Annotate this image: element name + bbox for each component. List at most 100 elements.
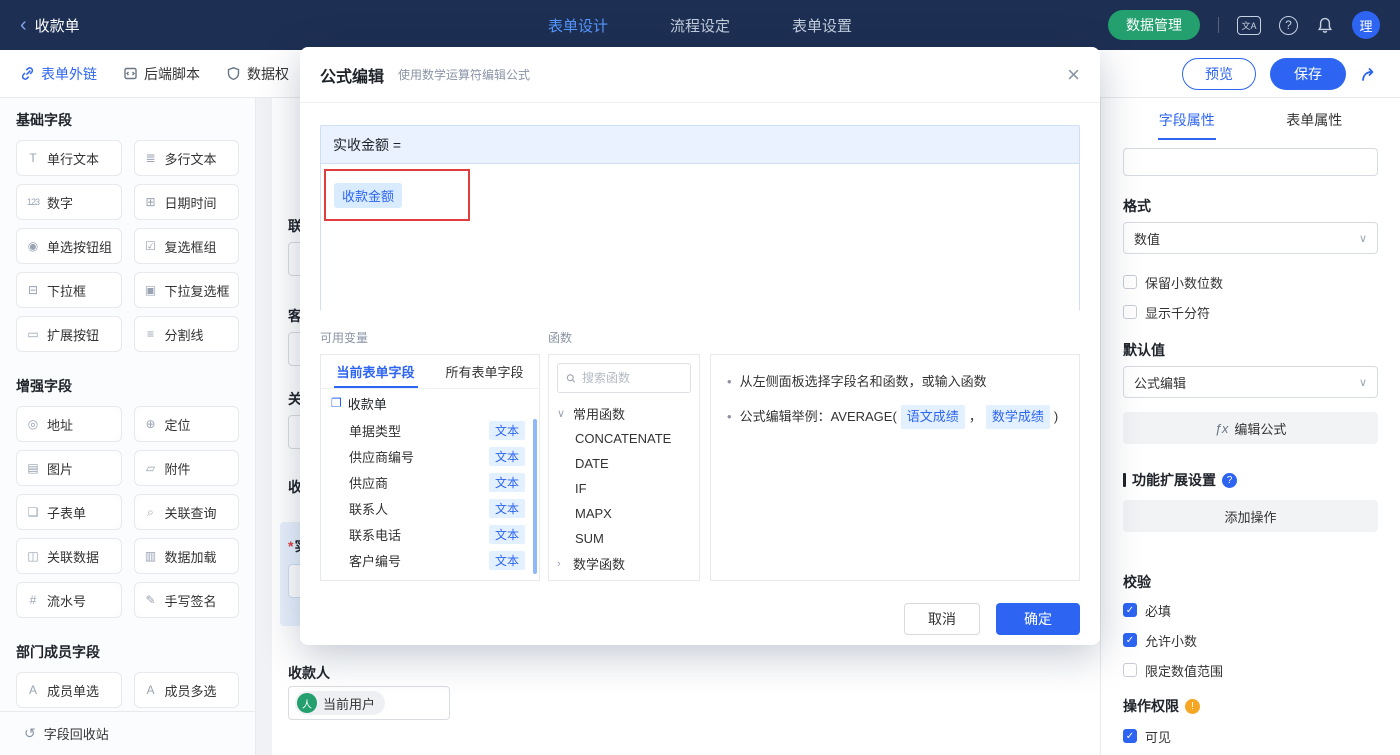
image-icon: ▤: [27, 461, 39, 475]
edit-formula-button[interactable]: ƒx 编辑公式: [1123, 412, 1378, 444]
function-search-box: [557, 363, 691, 393]
variables-root-node[interactable]: ❐ 收款单: [321, 389, 539, 417]
thousand-separator-checkbox[interactable]: [1123, 305, 1137, 319]
allow-decimal-checkbox[interactable]: ✓: [1123, 633, 1137, 647]
link-icon: [21, 67, 34, 80]
linked-data-icon: ◫: [27, 549, 39, 563]
close-icon[interactable]: ×: [1067, 63, 1080, 86]
field-palette-sidebar: 基础字段 T 单行文本 ≣ 多行文本 123 数字 ⊞ 日期时间 ◉ 单选按钮组 ☑ 复选框…: [0, 98, 256, 755]
limit-range-checkbox[interactable]: [1123, 663, 1137, 677]
variable-item[interactable]: 联系电话 文本: [321, 521, 539, 547]
field-linked-data[interactable]: ◫ 关联数据: [16, 538, 122, 574]
function-item[interactable]: CONCATENATE: [549, 426, 699, 451]
variable-item[interactable]: 联系人 文本: [321, 495, 539, 521]
field-subform[interactable]: ❏ 子表单: [16, 494, 122, 530]
field-extend-button[interactable]: ▭ 扩展按钮: [16, 316, 122, 352]
variables-scrollbar[interactable]: [533, 419, 537, 574]
variable-item[interactable]: 单据类型 文本: [321, 417, 539, 443]
field-image[interactable]: ▤ 图片: [16, 450, 122, 486]
field-datetime[interactable]: ⊞ 日期时间: [133, 184, 239, 220]
field-single-line-text[interactable]: T 单行文本: [16, 140, 122, 176]
field-member-single[interactable]: A 成员单选: [16, 672, 122, 708]
help-icon[interactable]: ?: [1279, 15, 1298, 35]
function-item[interactable]: SUM: [549, 526, 699, 551]
visible-checkbox-row[interactable]: ✓ 可见: [1123, 726, 1378, 746]
tab-field-properties[interactable]: 字段属性: [1123, 110, 1251, 136]
section-title-basic: 基础字段: [16, 112, 72, 128]
field-divider[interactable]: ≡ 分割线: [133, 316, 239, 352]
tab-all-form-fields[interactable]: 所有表单字段: [430, 355, 539, 388]
tab-form-setting[interactable]: 表单设置: [792, 15, 852, 36]
required-checkbox-row[interactable]: ✓ 必填: [1123, 600, 1378, 620]
serial-number-icon: #: [29, 593, 37, 607]
back-button[interactable]: ‹ 收款单: [20, 15, 80, 36]
tab-current-form-fields[interactable]: 当前表单字段: [321, 355, 430, 388]
function-item[interactable]: IF: [549, 476, 699, 501]
variable-item[interactable]: 供应商 文本: [321, 469, 539, 495]
section-bar: [1123, 473, 1126, 487]
field-linked-query[interactable]: ⌕ 关联查询: [133, 494, 239, 530]
field-radio-group[interactable]: ◉ 单选按钮组: [16, 228, 122, 264]
field-address[interactable]: ◎ 地址: [16, 406, 122, 442]
extension-settings-header: 功能扩展设置 ?: [1123, 470, 1378, 490]
thousand-separator-checkbox-row[interactable]: 显示千分符: [1123, 302, 1378, 322]
share-icon[interactable]: [1360, 65, 1380, 83]
cancel-button[interactable]: 取消: [904, 603, 980, 635]
function-group-common[interactable]: ∨ 常用函数: [549, 401, 699, 426]
tab-form-design[interactable]: 表单设计: [548, 15, 608, 36]
format-select[interactable]: 数值 ∨: [1123, 222, 1378, 254]
required-checkbox[interactable]: ✓: [1123, 603, 1137, 617]
variable-item[interactable]: 供应商编号 文本: [321, 443, 539, 469]
allow-decimal-checkbox-row[interactable]: ✓ 允许小数: [1123, 630, 1378, 650]
divider: [1218, 17, 1219, 33]
field-number[interactable]: 123 数字: [16, 184, 122, 220]
field-multi-line-text[interactable]: ≣ 多行文本: [133, 140, 239, 176]
tab-flow-setting[interactable]: 流程设定: [670, 15, 730, 36]
extension-help-icon[interactable]: ?: [1222, 472, 1237, 488]
function-group-math[interactable]: › 数学函数: [549, 551, 699, 576]
function-search-input[interactable]: [582, 371, 682, 385]
field-multi-select[interactable]: ▣ 下拉复选框: [133, 272, 239, 308]
field-checkbox-group[interactable]: ☑ 复选框组: [133, 228, 239, 264]
payee-field-input[interactable]: 人 当前用户: [288, 686, 450, 720]
formula-editor: 实收金额 = 收款金额: [320, 125, 1080, 311]
translate-icon[interactable]: 文A: [1237, 15, 1261, 35]
field-member-multi[interactable]: A 成员多选: [133, 672, 239, 708]
visible-checkbox[interactable]: ✓: [1123, 729, 1137, 743]
function-item[interactable]: DATE: [549, 451, 699, 476]
limit-range-checkbox-row[interactable]: 限定数值范围: [1123, 660, 1378, 680]
variables-panel: 当前表单字段 所有表单字段 ❐ 收款单 单据类型 文本 供应商编号 文本 供应商 文本…: [320, 354, 540, 581]
default-value-select[interactable]: 公式编辑 ∨: [1123, 366, 1378, 398]
keep-decimal-checkbox[interactable]: [1123, 275, 1137, 289]
multi-select-icon: ▣: [144, 283, 157, 297]
form-external-link[interactable]: 表单外链: [20, 64, 97, 84]
field-attachment[interactable]: ▱ 附件: [133, 450, 239, 486]
field-select[interactable]: ⊟ 下拉框: [16, 272, 122, 308]
keep-decimal-checkbox-row[interactable]: 保留小数位数: [1123, 272, 1378, 292]
field-serial-number[interactable]: # 流水号: [16, 582, 122, 618]
preview-button[interactable]: 预览: [1182, 57, 1256, 90]
bell-icon[interactable]: [1316, 16, 1334, 34]
permission-info-icon[interactable]: !: [1185, 698, 1200, 714]
field-location[interactable]: ⊕ 定位: [133, 406, 239, 442]
function-item[interactable]: MAPX: [549, 501, 699, 526]
data-permission-link[interactable]: 数据权: [226, 64, 289, 84]
formula-field-chip[interactable]: 收款金额: [334, 182, 403, 208]
current-user-chip[interactable]: 人 当前用户: [295, 691, 386, 715]
field-data-load[interactable]: ▥ 数据加载: [133, 538, 239, 574]
fx-icon: ƒx: [1214, 420, 1229, 436]
confirm-button[interactable]: 确定: [996, 603, 1080, 635]
variable-item[interactable]: 客户编号 文本: [321, 547, 539, 573]
formula-input-area[interactable]: 收款金额: [321, 164, 1079, 311]
field-signature[interactable]: ✎ 手写签名: [133, 582, 239, 618]
add-action-button[interactable]: 添加操作: [1123, 500, 1378, 532]
field-recycle-bin[interactable]: ↺ 字段回收站: [0, 711, 255, 755]
backend-script-link[interactable]: 后端脚本: [123, 64, 200, 84]
data-manage-button[interactable]: 数据管理: [1108, 10, 1200, 40]
user-avatar[interactable]: 理: [1352, 11, 1380, 39]
field-name-input[interactable]: [1123, 148, 1378, 176]
tab-form-properties[interactable]: 表单属性: [1251, 110, 1379, 136]
function-group-text[interactable]: › 文本函数: [549, 576, 699, 580]
save-button[interactable]: 保存: [1270, 57, 1346, 90]
permission-header: 操作权限 !: [1123, 696, 1378, 716]
